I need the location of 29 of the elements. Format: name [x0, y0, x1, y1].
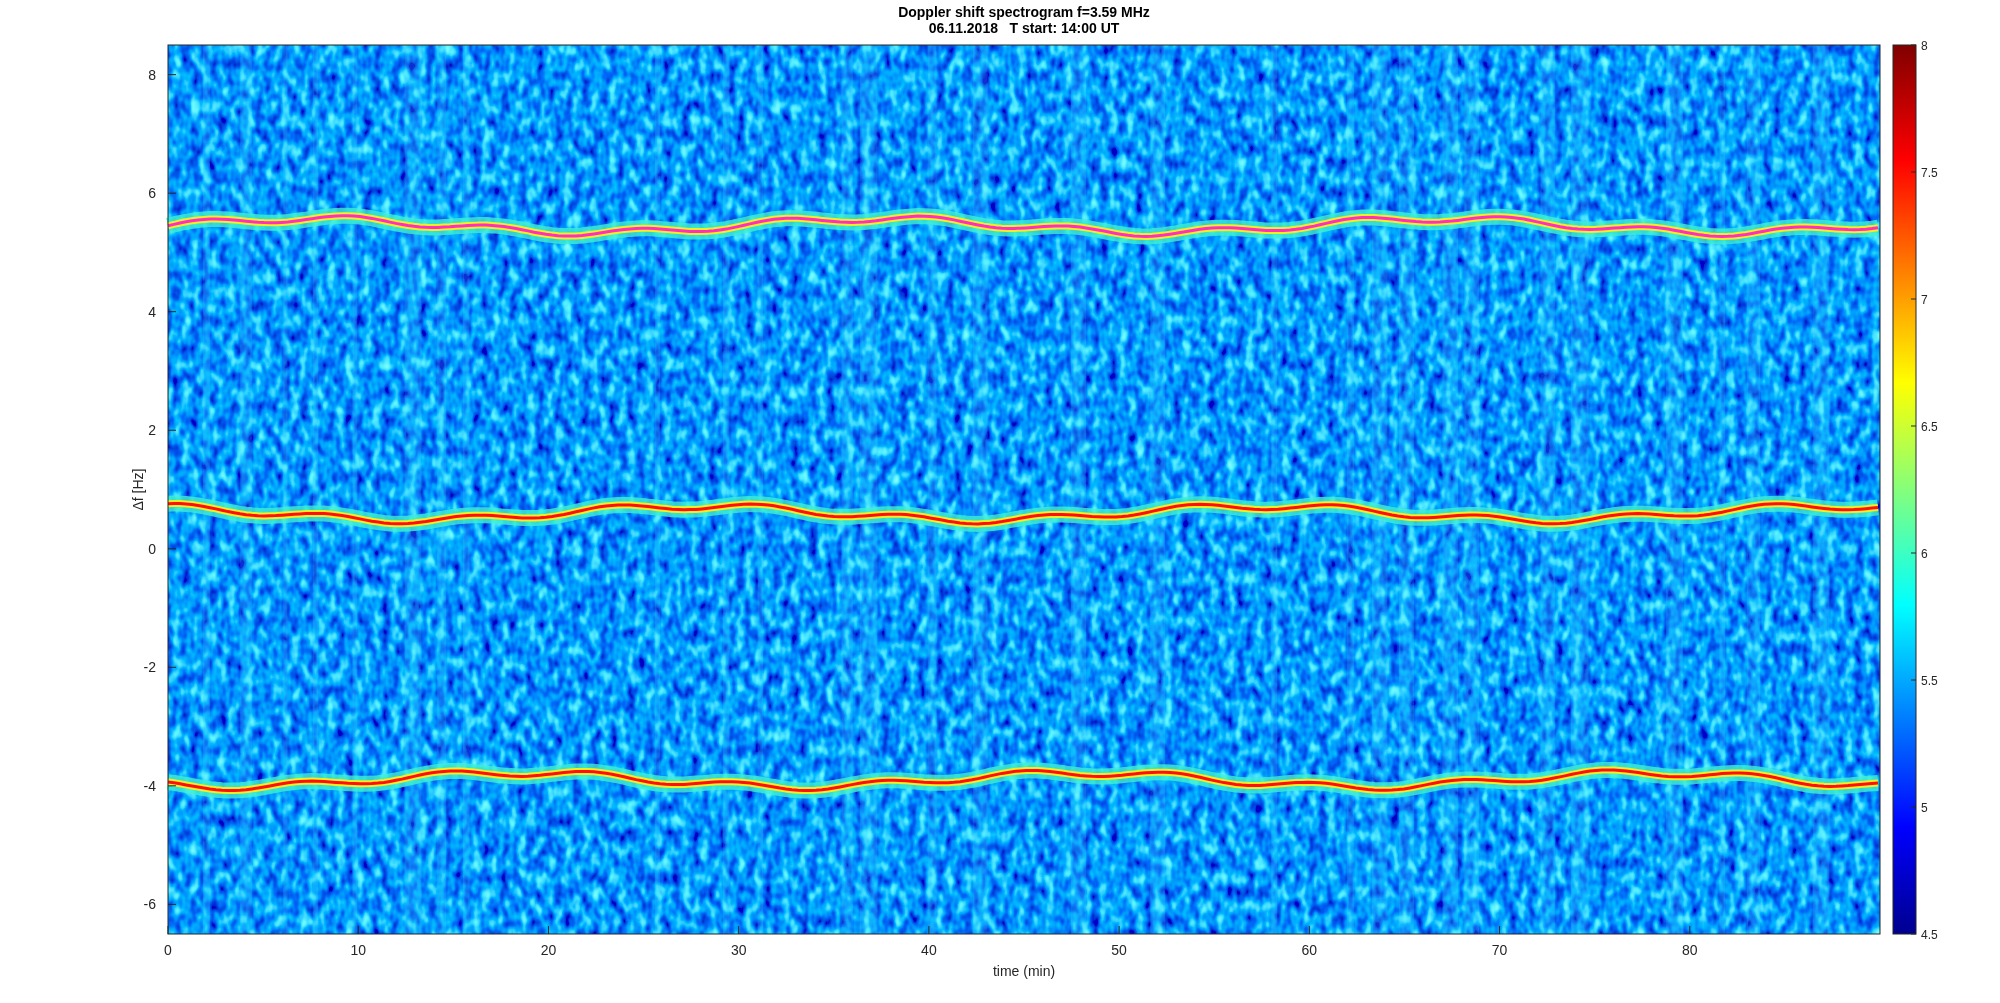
y-tick-label: -6	[143, 896, 156, 913]
y-tick-label: -4	[143, 777, 156, 794]
y-tick-label: 4	[148, 303, 156, 320]
colorbar-tick-label: 6.5	[1921, 420, 1938, 434]
y-tick-label: 8	[148, 66, 156, 83]
y-tick-label: 6	[148, 185, 156, 202]
colorbar-tick-label: 7.5	[1921, 166, 1938, 180]
x-tick-label: 0	[164, 942, 172, 958]
colorbar-tick-label: 5.5	[1921, 674, 1938, 688]
y-tick-label: 2	[148, 422, 156, 439]
colorbar-tick-label: 5	[1921, 801, 1928, 815]
x-tick-label: 10	[350, 942, 366, 958]
x-tick-label: 50	[1111, 942, 1127, 958]
colorbar-tick-label: 8	[1921, 39, 1928, 53]
y-axis-label: Δf [Hz]	[130, 468, 146, 511]
colorbar-tick-label: 7	[1921, 293, 1928, 307]
x-tick-label: 30	[730, 942, 747, 958]
colorbar-tick-label: 6	[1921, 547, 1928, 561]
y-tick-label: -2	[143, 659, 156, 676]
x-axis-label: time (min)	[992, 963, 1056, 979]
colorbar-tick-label: 4.5	[1921, 928, 1938, 942]
y-tick-label: 0	[148, 540, 156, 557]
x-tick-label: 60	[1301, 942, 1318, 958]
chart-title: 06.11.2018 T start: 14:00 UT	[928, 20, 1120, 36]
x-tick-label: 70	[1491, 942, 1508, 958]
chart-title: Doppler shift spectrogram f=3.59 MHz	[898, 4, 1150, 20]
x-tick-label: 40	[921, 942, 937, 958]
x-tick-label: 20	[540, 942, 557, 958]
x-tick-label: 80	[1682, 942, 1698, 958]
